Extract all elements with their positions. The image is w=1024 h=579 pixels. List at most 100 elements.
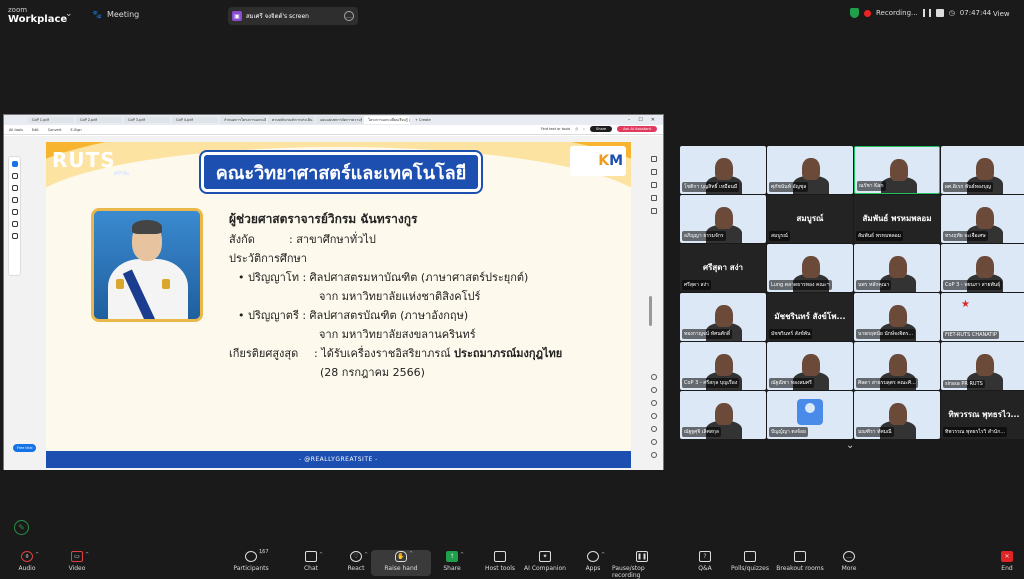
- participant-tile[interactable]: ปัญญ์ญา ตงจ้อย: [767, 391, 853, 439]
- participant-tile[interactable]: ทิพวรรณ พุทธรไว... ทิพวรรณ พุทธรไรวิ สำนั…: [941, 391, 1024, 439]
- participant-name: สัมพันธ์ พรหมพลอม: [856, 231, 903, 241]
- more-tools-icon[interactable]: [11, 233, 18, 239]
- fit-page-icon[interactable]: [650, 374, 657, 380]
- shield-icon: [494, 551, 506, 562]
- tab[interactable]: แผนแม่บทการจัดการความรู้ RUS 2...: [316, 116, 362, 124]
- participant-tile[interactable]: ณรัชา Kan: [854, 146, 940, 194]
- toolbar-item[interactable]: E-Sign: [71, 128, 82, 132]
- participant-tile[interactable]: CoP 3 - พยนภา สายพันธุ์: [941, 244, 1024, 292]
- tab[interactable]: CoP 2.pdf: [76, 117, 122, 123]
- toolbar-item[interactable]: All tools: [9, 128, 23, 132]
- participant-tile[interactable]: ณัฐฐศุจิ เลิศสกุล: [680, 391, 766, 439]
- create-tab-button[interactable]: + Create: [412, 117, 434, 123]
- shield-icon[interactable]: [850, 8, 859, 18]
- save-icon[interactable]: [650, 439, 657, 445]
- share-button[interactable]: Share: [590, 126, 613, 132]
- video-button[interactable]: ▭ Video ^: [47, 551, 107, 572]
- free-trial-button[interactable]: Free trial: [13, 444, 37, 452]
- affiliation-value: : สาขาศึกษาทั่วไป: [289, 233, 376, 246]
- participant-tile[interactable]: ทองกาญจน์ ทัศนศักดิ์: [680, 293, 766, 341]
- participant-tile[interactable]: CoP 3 - ศรีสกุล บุญเรือง: [680, 342, 766, 390]
- tab[interactable]: ตามหลักเกณฑ์การประเมิน 2568-257...: [268, 116, 314, 124]
- participant-face: [802, 354, 820, 376]
- pause-recording-icon[interactable]: [922, 9, 931, 17]
- participant-face: [976, 158, 994, 180]
- participant-name: ทองกาญจน์ ทัศนศักดิ์: [682, 329, 733, 339]
- participant-tile[interactable]: มัชชรินทร์ สังข์โพ... มัชชรินทร์ สังข์พัน: [767, 293, 853, 341]
- caret-icon[interactable]: ^: [460, 552, 464, 558]
- tab[interactable]: CoP 1.pdf: [28, 117, 74, 123]
- pause-recording-button[interactable]: ❚❚ Pause/stop recording: [612, 551, 672, 579]
- participant-name: ณัฐณิชา ทองสมศรี: [769, 378, 814, 388]
- attachment-icon[interactable]: [650, 195, 657, 201]
- screen-share-indicator[interactable]: ▣ สมเศรี จงจิตต์'s screen …: [228, 7, 358, 25]
- print-icon[interactable]: [650, 452, 657, 458]
- participant-tile[interactable]: ทรงฤทัย จะเจือเศษ: [941, 195, 1024, 243]
- layers-icon[interactable]: [650, 208, 657, 214]
- end-button[interactable]: ✕ End: [977, 551, 1024, 572]
- highlight-tool-icon[interactable]: [11, 197, 18, 203]
- participant-tile[interactable]: ณัฐณิชา ทองสมศรี: [767, 342, 853, 390]
- pages-icon[interactable]: [650, 182, 657, 188]
- portrait-hair: [132, 220, 162, 234]
- tab[interactable]: CoP 3.pdf: [124, 117, 170, 123]
- stamp-tool-icon[interactable]: [11, 221, 18, 227]
- tab[interactable]: กำหนดการโครงการแลกเปลี่ยนเรียนรู้...: [220, 116, 266, 124]
- find-field[interactable]: Find text or tools: [541, 127, 570, 131]
- caret-icon[interactable]: ^: [35, 552, 39, 558]
- more-options-icon[interactable]: …: [344, 11, 354, 21]
- participant-tile[interactable]: นายกฤตนัย นักษ์จงจิตร...: [854, 293, 940, 341]
- view-button[interactable]: View: [993, 10, 1010, 18]
- participant-tile[interactable]: นพร หลักคุณา: [854, 244, 940, 292]
- comment-icon[interactable]: [650, 156, 657, 162]
- select-tool-icon[interactable]: [11, 161, 18, 167]
- pen-tool-icon[interactable]: [11, 185, 18, 191]
- maximize-icon[interactable]: ☐: [638, 117, 642, 123]
- annotate-icon[interactable]: ✎: [14, 520, 29, 535]
- participant-tile[interactable]: อภิญญา ธรรมจักร: [680, 195, 766, 243]
- text-tool-icon[interactable]: [11, 209, 18, 215]
- caret-icon[interactable]: ^: [319, 552, 323, 558]
- chevron-down-icon[interactable]: ⌄: [846, 440, 854, 451]
- page-up-icon[interactable]: [650, 413, 657, 419]
- participant-tile[interactable]: ผศ.ดิเรก พันธ์ทองบุญ: [941, 146, 1024, 194]
- zoom-in-icon[interactable]: [650, 387, 657, 393]
- caret-icon[interactable]: ^: [259, 552, 263, 558]
- toolbar-item[interactable]: Edit: [32, 128, 39, 132]
- participant-name-large: มัชชรินทร์ สังข์โพ...: [774, 312, 846, 321]
- close-icon[interactable]: ✕: [651, 117, 655, 123]
- zoom-tool-icon[interactable]: [11, 173, 18, 179]
- caret-icon[interactable]: ^: [85, 552, 89, 558]
- chevron-down-icon[interactable]: ⌄: [65, 9, 73, 19]
- meeting-menu[interactable]: 🐾 Meeting: [92, 10, 139, 19]
- caret-icon[interactable]: ^: [601, 552, 605, 558]
- participant-tile[interactable]: ศรีสุดา สง่า ศรีสุดา สง่า: [680, 244, 766, 292]
- participant-tile[interactable]: สมบูรณ์ สมบูรณ์: [767, 195, 853, 243]
- breakout-icon: [794, 551, 806, 562]
- bookmark-icon[interactable]: [650, 169, 657, 175]
- participant-name: อภิญญา ธรรมจักร: [682, 231, 726, 241]
- tab[interactable]: CoP 4.pdf: [172, 117, 218, 123]
- participants-button[interactable]: 167 Participants ^: [221, 549, 281, 572]
- tab-active[interactable]: โครงการแลกเปลี่ยนเรียนรู้ (เอ...: [364, 116, 410, 124]
- refresh-icon[interactable]: [650, 426, 657, 432]
- participant-tile[interactable]: สัมพันธ์ พรหมพลอม สัมพันธ์ พรหมพลอม: [854, 195, 940, 243]
- participant-tile[interactable]: ศุภัชนันท์ อัญชุล: [767, 146, 853, 194]
- more-button[interactable]: … More: [819, 551, 879, 572]
- participant-tile[interactable]: ★ FIET-RUTS CHANATIP: [941, 293, 1024, 341]
- caret-icon[interactable]: ^: [364, 552, 368, 558]
- scrollbar[interactable]: [649, 296, 652, 326]
- participant-tile[interactable]: sirasa PR RUTS: [941, 342, 1024, 390]
- zoom-out-icon[interactable]: [650, 400, 657, 406]
- stop-recording-icon[interactable]: [935, 9, 944, 17]
- participant-tile[interactable]: ศิลดา สาธรบลุตร คณะศิ...: [854, 342, 940, 390]
- participant-tile[interactable]: โชติกา บุญสิทธิ์ เหมือนมี: [680, 146, 766, 194]
- caret-icon[interactable]: ^: [409, 551, 413, 557]
- ai-assistant-button[interactable]: Ask AI Assistant: [617, 126, 657, 132]
- search-icon[interactable]: ⌕: [583, 127, 585, 131]
- minimize-icon[interactable]: –: [628, 117, 631, 123]
- toolbar-item[interactable]: Convert: [48, 128, 62, 132]
- print-icon[interactable]: ⎙: [575, 127, 578, 131]
- participant-tile[interactable]: Lung ตลาดธารทอง คณะฯ: [767, 244, 853, 292]
- participant-tile[interactable]: มณฑิรา ทัศมณี: [854, 391, 940, 439]
